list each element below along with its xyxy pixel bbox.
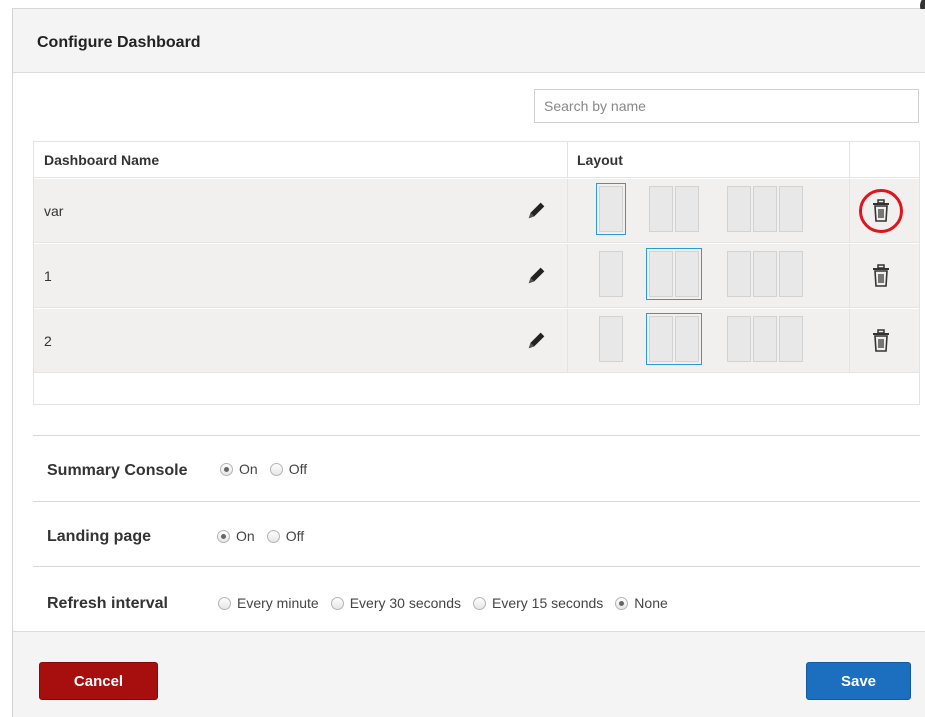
landing-page-label: Landing page (47, 528, 151, 545)
delete-highlight-circle (859, 189, 903, 233)
radio-label: On (239, 461, 258, 477)
landing-page-off-radio[interactable] (266, 529, 280, 543)
refresh-every-minute-radio[interactable] (218, 596, 231, 610)
layout-cell (753, 251, 777, 297)
section-divider (33, 566, 920, 567)
dialog-footer: Cancel Save (13, 631, 925, 717)
dashboard-name: var (44, 203, 64, 219)
radio-label: Every 30 seconds (349, 595, 461, 611)
layout-option-three-columns[interactable] (724, 313, 806, 365)
refresh-every-30-seconds-radio[interactable] (330, 596, 344, 610)
column-divider (567, 142, 568, 178)
layout-cell (779, 316, 803, 362)
landing-page-options: On Off (217, 528, 316, 544)
section-divider (33, 435, 920, 436)
pencil-icon[interactable] (526, 199, 548, 221)
layout-cell (649, 251, 673, 297)
layout-cell (675, 251, 699, 297)
radio-label: Every 15 seconds (492, 595, 604, 611)
layout-cell (779, 186, 803, 232)
column-header-layout: Layout (577, 152, 623, 168)
save-button[interactable]: Save (806, 662, 911, 700)
layout-option-two-columns[interactable] (646, 248, 702, 300)
summary-console-label: Summary Console (47, 462, 188, 479)
layout-cell (727, 316, 751, 362)
dashboard-table: Dashboard Name Layout var 1 2 (33, 141, 920, 405)
column-divider (567, 309, 568, 373)
layout-option-one-column[interactable] (596, 313, 626, 365)
dashboard-name: 2 (44, 333, 52, 349)
radio-label: Every minute (237, 595, 319, 611)
layout-option-one-column[interactable] (596, 248, 626, 300)
layout-cell (649, 186, 673, 232)
layout-cell (753, 316, 777, 362)
layout-option-two-columns[interactable] (646, 313, 702, 365)
radio-label: On (236, 528, 255, 544)
layout-cell (599, 316, 623, 362)
summary-console-on-radio[interactable] (220, 462, 233, 476)
refresh-none-radio[interactable] (615, 596, 629, 610)
pencil-icon[interactable] (526, 329, 548, 351)
layout-cell (753, 186, 777, 232)
table-row: 1 (34, 244, 919, 308)
table-row: var (34, 179, 919, 243)
configure-dashboard-dialog: Configure Dashboard Dashboard Name Layou… (12, 0, 925, 717)
layout-option-one-column[interactable] (596, 183, 626, 235)
radio-label: None (634, 595, 668, 611)
dashboard-name: 1 (44, 268, 52, 284)
table-header: Dashboard Name Layout (34, 142, 919, 178)
layout-option-two-columns[interactable] (646, 183, 702, 235)
table-row: 2 (34, 309, 919, 373)
summary-console-options: On Off (220, 461, 319, 477)
refresh-interval-label: Refresh interval (47, 595, 168, 612)
dialog-title: Configure Dashboard (37, 34, 201, 51)
cancel-button[interactable]: Cancel (39, 662, 158, 700)
layout-option-three-columns[interactable] (724, 248, 806, 300)
pencil-icon[interactable] (526, 264, 548, 286)
layout-cell (727, 186, 751, 232)
search-input[interactable] (534, 89, 919, 123)
radio-label: Off (288, 461, 308, 477)
layout-option-three-columns[interactable] (724, 183, 806, 235)
summary-console-off-radio[interactable] (269, 462, 283, 476)
layout-cell (675, 316, 699, 362)
column-divider (567, 179, 568, 243)
column-divider (849, 179, 850, 243)
column-header-name: Dashboard Name (44, 152, 160, 168)
landing-page-on-radio[interactable] (217, 529, 230, 543)
column-divider (849, 244, 850, 308)
layout-cell (599, 251, 623, 297)
layout-cell (599, 186, 623, 232)
layout-cell (675, 186, 699, 232)
layout-cell (779, 251, 803, 297)
layout-cell (727, 251, 751, 297)
column-divider (849, 309, 850, 373)
section-divider (33, 501, 920, 502)
radio-label: Off (285, 528, 305, 544)
trash-icon[interactable] (870, 329, 892, 353)
layout-cell (649, 316, 673, 362)
column-divider (567, 244, 568, 308)
column-divider (849, 142, 850, 178)
trash-icon[interactable] (870, 264, 892, 288)
dialog-header: Configure Dashboard (13, 9, 925, 73)
refresh-every-15-seconds-radio[interactable] (473, 596, 486, 610)
refresh-interval-options: Every minute Every 30 seconds Every 15 s… (218, 595, 680, 611)
